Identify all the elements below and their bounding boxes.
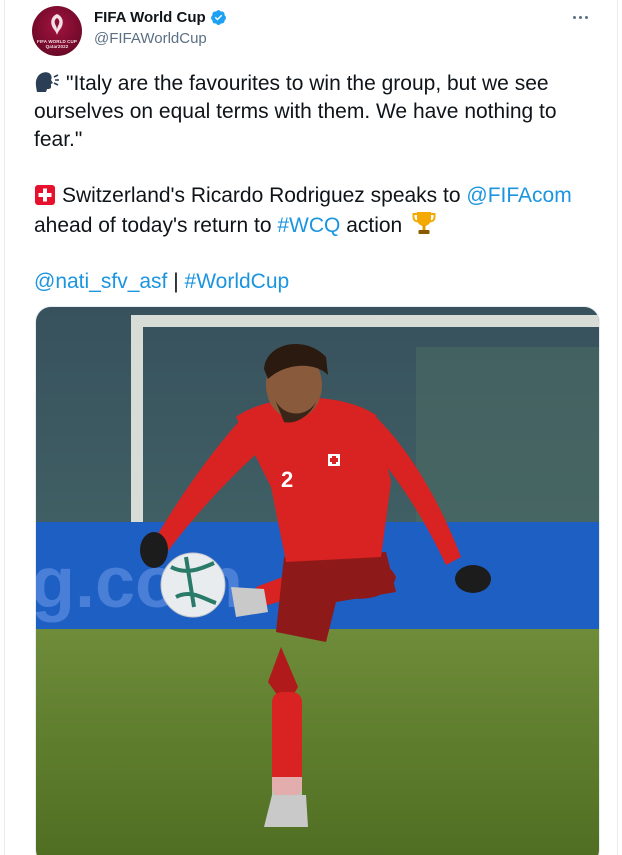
mention-fifacom-link[interactable]: @FIFAcom: [466, 184, 571, 207]
swiss-flag-icon: [35, 185, 55, 205]
display-name[interactable]: FIFA World Cup: [94, 9, 206, 26]
more-dot-icon: [579, 16, 582, 19]
hashtag-worldcup-link[interactable]: #WorldCup: [185, 270, 290, 293]
separator: |: [173, 270, 179, 293]
info-text-2: ahead of today's return to: [34, 214, 272, 237]
speaking-head-icon: [35, 72, 59, 92]
tags-paragraph: @nati_sfv_asf | #WorldCup: [34, 268, 604, 296]
author-handle[interactable]: @FIFAWorldCup: [94, 30, 207, 47]
verified-badge-icon: [210, 10, 226, 25]
info-paragraph: Switzerland's Ricardo Rodriguez speaks t…: [34, 182, 604, 240]
more-options-button[interactable]: [567, 6, 597, 28]
info-text-1: Switzerland's Ricardo Rodriguez speaks t…: [62, 184, 461, 207]
info-text-3: action: [346, 214, 403, 237]
avatar-logo-text: FIFA WORLD CUP Qatar2022: [37, 39, 77, 49]
hashtag-wcq-link[interactable]: #WCQ: [277, 214, 340, 237]
more-dot-icon: [585, 16, 588, 19]
mention-nati-link[interactable]: @nati_sfv_asf: [34, 270, 167, 293]
trophy-icon: [412, 212, 436, 234]
tweet-header: FIFA WORLD CUP Qatar2022 FIFA World Cup …: [32, 6, 597, 56]
tweet-photo[interactable]: g.com 2: [35, 306, 600, 855]
quote-paragraph: "Italy are the favourites to win the gro…: [34, 70, 604, 154]
more-dot-icon: [573, 16, 576, 19]
shirt-number: 2: [281, 467, 293, 492]
football-player-photo: g.com 2: [36, 307, 599, 855]
author-name-row: FIFA World Cup: [94, 9, 227, 26]
quote-text: "Italy are the favourites to win the gro…: [34, 72, 557, 151]
tweet-text: "Italy are the favourites to win the gro…: [34, 70, 604, 296]
tweet-card: FIFA WORLD CUP Qatar2022 FIFA World Cup …: [4, 0, 618, 855]
avatar[interactable]: FIFA WORLD CUP Qatar2022: [32, 6, 82, 56]
